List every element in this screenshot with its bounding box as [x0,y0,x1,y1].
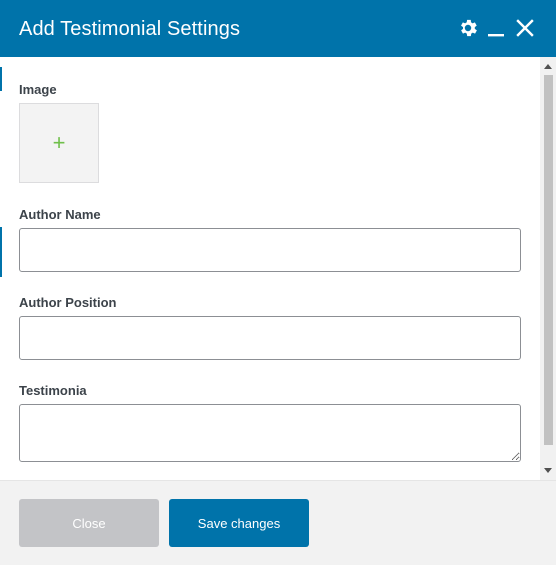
author-position-label: Author Position [19,295,117,310]
add-image-button[interactable]: + [19,103,99,183]
plus-icon: + [52,130,66,155]
author-name-label: Author Name [19,207,101,222]
image-label: Image [19,82,57,97]
minimize-icon[interactable] [485,17,507,39]
testimonial-settings-dialog: Add Testimonial Settings Image + Author … [0,0,556,565]
scroll-down-arrow-icon[interactable] [544,468,552,473]
scroll-up-arrow-icon[interactable] [544,64,552,69]
close-button[interactable]: Close [19,499,159,547]
gear-icon[interactable] [457,17,479,39]
author-position-input[interactable] [19,316,521,360]
save-changes-button[interactable]: Save changes [169,499,309,547]
scrollbar[interactable] [540,57,556,480]
dialog-title: Add Testimonial Settings [19,18,241,40]
close-icon[interactable] [514,17,536,39]
left-edge-markers [0,57,2,480]
author-name-input[interactable] [19,228,521,272]
testimonial-label: Testimonia [19,383,87,398]
testimonial-textarea[interactable] [19,404,521,462]
dialog-header: Add Testimonial Settings [0,0,556,57]
scrollbar-thumb[interactable] [544,75,553,445]
dialog-body: Image + Author Name Author Position Test… [0,57,556,480]
dialog-footer: Close Save changes [0,480,556,565]
